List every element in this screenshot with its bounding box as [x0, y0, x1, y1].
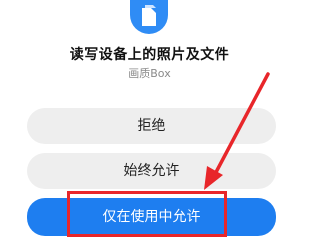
permission-dialog: 读写设备上的照片及文件 画质Box 拒绝 始终允许 仅在使用中允许	[0, 0, 299, 240]
red-arrow-annotation	[204, 72, 270, 190]
